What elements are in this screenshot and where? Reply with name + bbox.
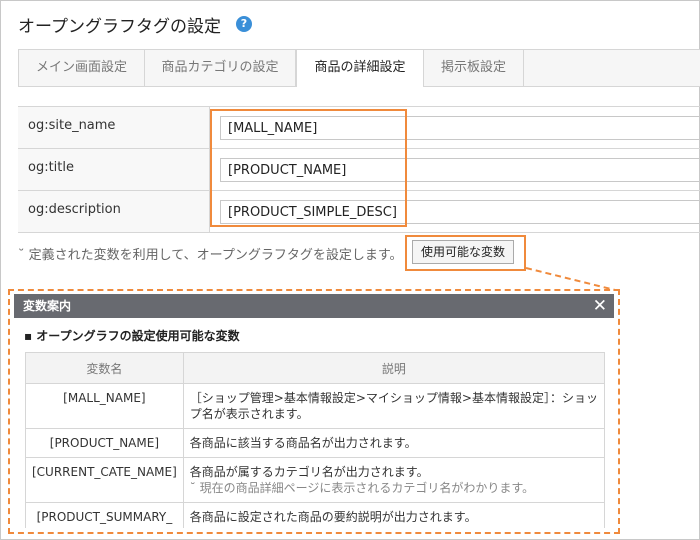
popup-section-title: ▪ オープングラフの設定使用可能な変数 [24,329,240,343]
table-row: [MALL_NAME] ［ショップ管理>基本情報設定>マイショップ情報>基本情報… [25,383,606,429]
variables-table: 変数名 説明 [MALL_NAME] ［ショップ管理>基本情報設定>マイショップ… [25,352,606,528]
variable-description: 各商品に設定された商品の要約説明が出力されます。 [182,502,606,528]
variable-name: [PRODUCT_SUMMARY_ [25,502,184,528]
variable-name: [CURRENT_CATE_NAME] [25,457,184,503]
variables-popup: 変数案内 ✕ ▪ オープングラフの設定使用可能な変数 変数名 説明 [MALL_… [14,294,614,528]
description-text: 各商品に該当する商品名が出力されます。 [189,436,417,450]
column-header-description: 説明 [182,352,606,384]
description-subnote: ˘ 現在の商品詳細ページに表示されるカテゴリ名がわかります。 [189,481,535,495]
table-row: [PRODUCT_NAME] 各商品に該当する商品名が出力されます。 [25,428,606,458]
description-text: 各商品に設定された商品の要約説明が出力されます。 [189,510,477,524]
table-row: [CURRENT_CATE_NAME] 各商品が属するカテゴリ名が出力されます。… [25,457,606,503]
variable-description: 各商品に該当する商品名が出力されます。 [182,428,606,458]
popup-header: 変数案内 ✕ [14,294,614,318]
popup-title: 変数案内 [23,299,72,313]
close-icon[interactable]: ✕ [593,294,607,318]
table-header-row: 変数名 説明 [25,352,606,384]
description-text: 各商品が属するカテゴリ名が出力されます。 [189,465,429,479]
variable-description: ［ショップ管理>基本情報設定>マイショップ情報>基本情報設定］：ショップ名が表示… [182,383,606,429]
table-row: [PRODUCT_SUMMARY_ 各商品に設定された商品の要約説明が出力されま… [25,502,606,528]
variable-description: 各商品が属するカテゴリ名が出力されます。 ˘ 現在の商品詳細ページに表示されるカ… [182,457,606,503]
variable-name: [MALL_NAME] [25,383,184,429]
description-text: ［ショップ管理>基本情報設定>マイショップ情報>基本情報設定］：ショップ名が表示… [189,391,598,421]
variable-name: [PRODUCT_NAME] [25,428,184,458]
column-header-name: 変数名 [25,352,184,384]
